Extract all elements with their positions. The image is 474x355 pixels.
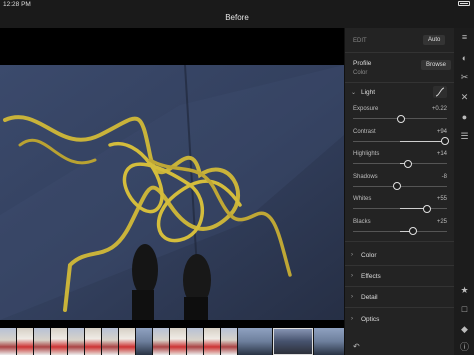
crop-icon[interactable]: ✂	[460, 73, 469, 82]
chevron-right-icon: ›	[351, 294, 353, 300]
slider-fill	[400, 140, 445, 142]
info-icon[interactable]: ⓘ	[460, 343, 469, 352]
slider-exposure[interactable]: Exposure +0.22	[353, 106, 447, 126]
top-bar: Before	[0, 10, 474, 28]
filmstrip-thumbnail[interactable]	[204, 328, 220, 355]
filmstrip[interactable]	[0, 328, 344, 355]
photo-illustration	[0, 65, 344, 320]
chevron-down-icon: ⌄	[351, 89, 357, 96]
battery-icon	[458, 1, 470, 6]
star-icon[interactable]: ★	[460, 286, 469, 295]
divider	[345, 241, 455, 242]
tag-icon[interactable]: ◆	[460, 325, 469, 334]
slider-knob[interactable]	[409, 227, 418, 235]
auto-button[interactable]: Auto	[423, 35, 446, 45]
filmstrip-thumbnail[interactable]	[17, 328, 33, 355]
slider-value[interactable]: +14	[437, 151, 447, 157]
divider	[345, 82, 455, 83]
filmstrip-thumbnail[interactable]	[221, 328, 237, 355]
slider-label: Exposure	[353, 106, 379, 112]
versions-icon[interactable]: ☰	[460, 132, 469, 141]
filmstrip-thumbnail[interactable]	[68, 328, 84, 355]
comment-icon[interactable]: □	[460, 305, 469, 314]
slider-value[interactable]: +94	[437, 129, 447, 135]
slider-knob[interactable]	[403, 159, 412, 168]
filmstrip-thumbnail[interactable]	[170, 328, 186, 355]
filmstrip-thumbnail[interactable]	[51, 328, 67, 355]
slider-label: Shadows	[353, 173, 378, 180]
section-color-title: Color	[361, 251, 377, 259]
filmstrip-thumbnail[interactable]	[314, 328, 344, 355]
slider-knob[interactable]	[397, 114, 405, 123]
section-detail-title: Detail	[361, 293, 378, 301]
slider-label: Whites	[353, 196, 372, 202]
slider-shadows[interactable]: Shadows -8	[353, 174, 447, 194]
slider-whites[interactable]: Whites +55	[353, 196, 447, 216]
chevron-right-icon: ›	[351, 316, 353, 322]
divider	[345, 265, 455, 266]
filmstrip-thumbnail[interactable]	[0, 328, 16, 355]
section-effects-header[interactable]: › Effects	[351, 270, 449, 282]
chevron-right-icon: ›	[351, 252, 353, 258]
section-light-title: Light	[361, 88, 376, 96]
slider-value[interactable]: +55	[437, 196, 447, 202]
slider-highlights[interactable]: Highlights +14	[353, 151, 447, 171]
slider-knob[interactable]	[441, 137, 450, 145]
selective-icon[interactable]: ●	[460, 113, 469, 122]
filmstrip-thumbnail[interactable]	[119, 328, 135, 355]
tone-curve-icon	[435, 87, 445, 97]
slider-knob[interactable]	[393, 182, 402, 190]
filmstrip-thumbnail[interactable]	[153, 328, 169, 355]
slider-value[interactable]: +0.22	[432, 106, 447, 112]
filmstrip-thumbnail[interactable]	[136, 328, 152, 355]
divider	[345, 307, 455, 308]
status-bar: 12:28 PM	[0, 0, 474, 10]
slider-label: Highlights	[353, 151, 380, 157]
filmstrip-thumbnail-selected[interactable]	[273, 328, 313, 355]
filmstrip-thumbnail[interactable]	[238, 328, 272, 355]
sliders-icon[interactable]: ≡	[460, 33, 469, 42]
section-color-header[interactable]: › Color	[351, 249, 449, 261]
photo-preview[interactable]	[0, 65, 344, 320]
tool-rail: ≡ ◐ ✂ ✕ ● ☰ ★ □ ◆ ⓘ	[454, 28, 474, 355]
chevron-right-icon: ›	[351, 273, 353, 279]
undo-icon[interactable]: ↶	[353, 342, 360, 351]
page-title: Before	[225, 13, 249, 22]
slider-label: Blacks	[353, 218, 371, 225]
status-time: 12:28 PM	[3, 1, 31, 8]
slider-label: Contrast	[353, 128, 376, 135]
filmstrip-thumbnail[interactable]	[85, 328, 101, 355]
divider	[345, 52, 455, 53]
profile-value[interactable]: Color	[353, 70, 367, 76]
filmstrip-thumbnail[interactable]	[102, 328, 118, 355]
slider-blacks[interactable]: Blacks +25	[353, 219, 447, 239]
image-canvas[interactable]	[0, 28, 344, 328]
profile-label: Profile	[353, 60, 372, 67]
section-effects-title: Effects	[361, 272, 381, 280]
presets-icon[interactable]: ◐	[460, 54, 469, 63]
divider	[345, 286, 455, 287]
section-optics-title: Optics	[361, 315, 380, 323]
battery-level-fill	[460, 3, 468, 4]
tone-curve-button[interactable]	[433, 86, 447, 98]
slider-value[interactable]: -8	[442, 174, 447, 180]
slider-knob[interactable]	[423, 204, 432, 213]
edit-panel: EDIT Auto Profile Color Browse ⌄ Light E…	[344, 28, 455, 355]
section-detail-header[interactable]: › Detail	[351, 291, 449, 303]
browse-button[interactable]: Browse	[421, 60, 452, 70]
healing-icon[interactable]: ✕	[460, 93, 469, 102]
filmstrip-thumbnail[interactable]	[34, 328, 50, 355]
section-optics-header[interactable]: › Optics	[351, 313, 449, 325]
edit-label: EDIT	[353, 38, 367, 44]
slider-value[interactable]: +25	[437, 219, 447, 225]
slider-contrast[interactable]: Contrast +94	[353, 128, 450, 149]
filmstrip-thumbnail[interactable]	[187, 328, 203, 355]
